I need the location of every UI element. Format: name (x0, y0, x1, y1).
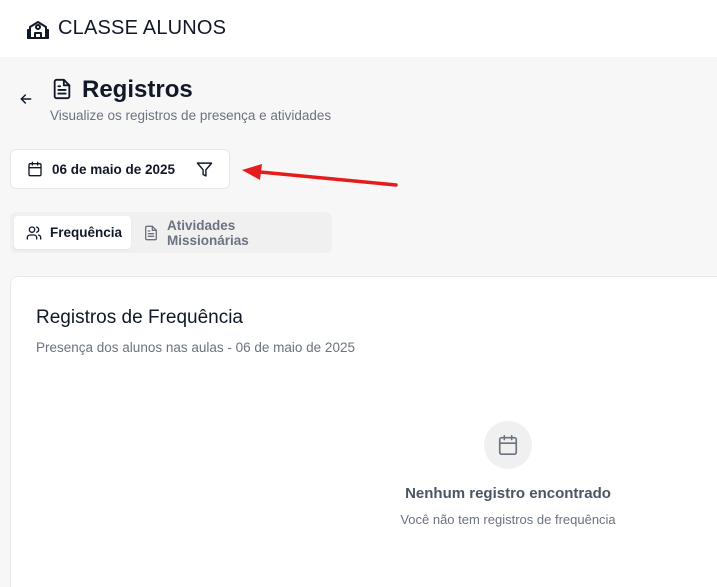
page-title: Registros (82, 76, 193, 103)
card-title: Registros de Frequência (36, 307, 243, 328)
frequency-card: Registros de Frequência Presença dos alu… (10, 276, 717, 587)
calendar-icon (498, 435, 518, 455)
app-brand[interactable]: CLASSE ALUNOS (58, 17, 226, 40)
date-filter-button[interactable]: 06 de maio de 2025 (10, 149, 230, 189)
tab-atividades-missionarias[interactable]: Atividades Missionárias (131, 216, 328, 249)
filter-icon[interactable] (196, 161, 213, 178)
back-button[interactable] (16, 89, 36, 109)
tab-label: Frequência (50, 225, 123, 240)
empty-state-icon-wrapper (484, 421, 532, 469)
tab-label: Atividades Missionárias (167, 217, 249, 248)
card-subtitle: Presença dos alunos nas aulas - 06 de ma… (36, 340, 355, 355)
file-text-icon (143, 225, 159, 241)
calendar-icon (27, 161, 43, 177)
arrow-left-icon (20, 94, 32, 104)
annotation-arrow (242, 164, 398, 187)
users-icon (26, 225, 42, 241)
empty-state-title: Nenhum registro encontrado (405, 485, 611, 502)
tab-frequencia[interactable]: Frequência (14, 216, 131, 249)
page-subtitle: Visualize os registros de presença e ati… (50, 108, 332, 123)
empty-state-description: Você não tem registros de frequência (400, 512, 616, 527)
selected-date: 06 de maio de 2025 (52, 161, 176, 177)
file-text-icon (51, 77, 73, 101)
tab-list: Frequência Atividades Missionárias (10, 212, 332, 253)
school-icon (26, 17, 50, 41)
top-bar: CLASSE ALUNOS (0, 0, 717, 57)
